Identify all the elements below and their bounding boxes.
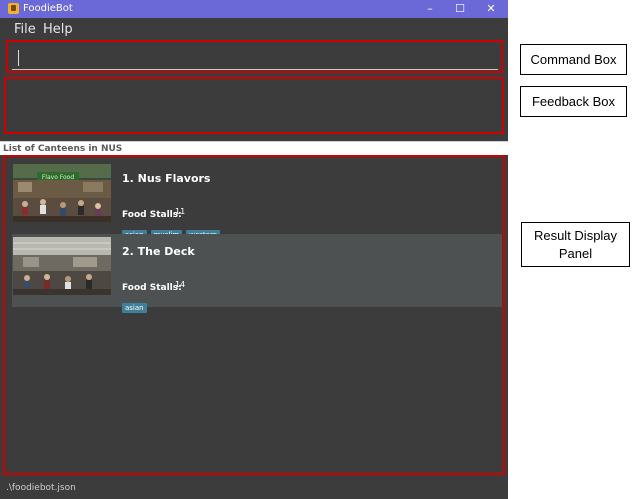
food-stalls-label: Food Stalls: (122, 283, 182, 293)
result-display-panel[interactable]: Flavo Food 1. Nus Flavors Food Stalls: 1… (3, 155, 505, 475)
annotation-result-display-panel: Result Display Panel (521, 222, 630, 267)
feedback-box (4, 77, 504, 134)
svg-text:Flavo Food: Flavo Food (42, 174, 75, 181)
command-box (6, 40, 503, 73)
canteen-card[interactable]: Flavo Food 1. Nus Flavors Food Stalls: 1… (12, 161, 502, 240)
food-stalls-label: Food Stalls: (122, 210, 182, 220)
data-file-path: .\foodiebot.json (6, 483, 76, 493)
canteen-name: 1. Nus Flavors (122, 172, 211, 185)
list-header-label: List of Canteens in NUS (3, 144, 123, 154)
text-caret (18, 50, 19, 66)
window-title: FoodieBot (23, 3, 73, 14)
command-input[interactable] (12, 46, 498, 70)
status-bar: .\foodiebot.json (0, 477, 508, 499)
canteen-name: 2. The Deck (122, 245, 195, 258)
canteen-card[interactable]: 2. The Deck Food Stalls: 14 asian (12, 234, 502, 313)
tag-list: asian (122, 295, 151, 313)
canteen-photo (13, 237, 111, 295)
annotation-feedback-box: Feedback Box (520, 86, 627, 117)
menu-bar: File Help (0, 18, 508, 40)
canteen-photo: Flavo Food (13, 164, 111, 222)
title-bar: FoodieBot – ☐ ✕ (0, 0, 508, 18)
app-icon (8, 3, 19, 14)
menu-help[interactable]: Help (43, 22, 73, 38)
menu-file[interactable]: File (14, 22, 36, 38)
maximize-button[interactable]: ☐ (445, 0, 475, 18)
tag-list: asianmuslimwestern (122, 222, 224, 240)
foodiebot-window: FoodieBot – ☐ ✕ File Help List of Cantee… (0, 0, 508, 499)
close-button[interactable]: ✕ (476, 0, 506, 18)
minimize-button[interactable]: – (415, 0, 445, 18)
food-stalls-count: 11 (175, 207, 186, 216)
page: FoodieBot – ☐ ✕ File Help List of Cantee… (0, 0, 636, 499)
tag-badge: asian (122, 303, 147, 313)
food-stalls-count: 14 (175, 280, 186, 289)
list-header: List of Canteens in NUS (0, 141, 508, 155)
annotation-command-box: Command Box (520, 44, 627, 75)
